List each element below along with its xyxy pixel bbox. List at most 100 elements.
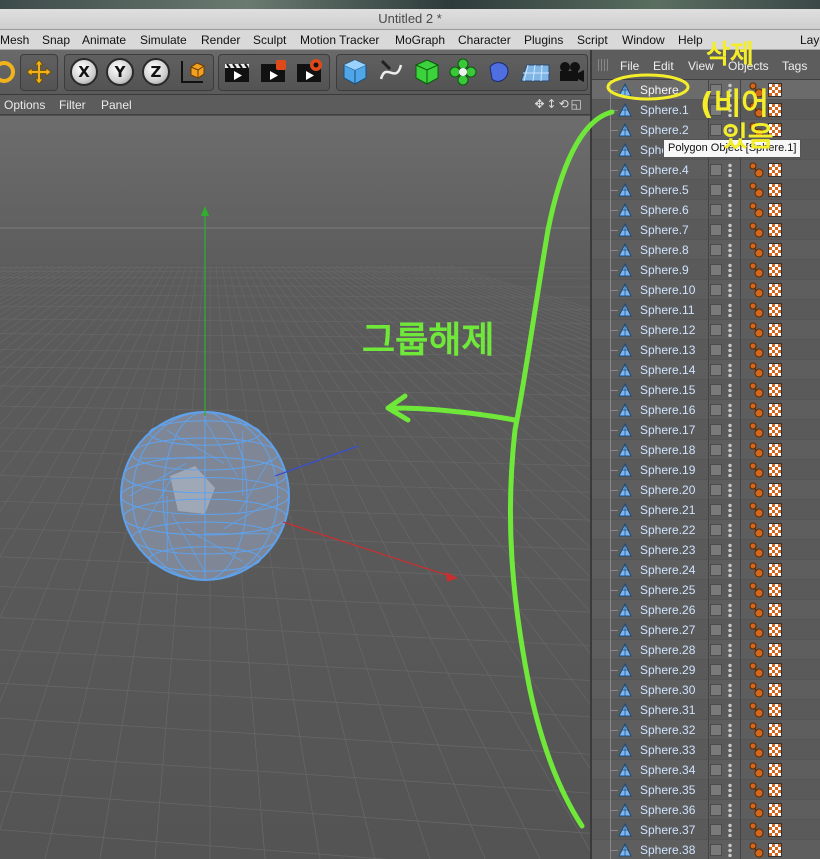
visibility-dots[interactable] bbox=[728, 643, 732, 657]
layer-toggle[interactable] bbox=[710, 704, 722, 716]
object-row[interactable]: Sphere.17 bbox=[592, 420, 820, 440]
phong-tag-icon[interactable] bbox=[748, 362, 764, 378]
layer-toggle[interactable] bbox=[710, 344, 722, 356]
coordinate-system-icon[interactable] bbox=[176, 56, 208, 88]
object-row[interactable]: Sphere.8 bbox=[592, 240, 820, 260]
layer-toggle[interactable] bbox=[710, 604, 722, 616]
texture-tag-icon[interactable] bbox=[768, 463, 782, 477]
texture-tag-icon[interactable] bbox=[768, 543, 782, 557]
phong-tag-icon[interactable] bbox=[748, 842, 764, 858]
panel-grip-icon[interactable] bbox=[598, 59, 610, 71]
object-row[interactable]: Sphere.36 bbox=[592, 800, 820, 820]
object-row[interactable]: Sphere.26 bbox=[592, 600, 820, 620]
texture-tag-icon[interactable] bbox=[768, 663, 782, 677]
viewport-zoom-icon[interactable]: ↕ bbox=[547, 97, 559, 111]
object-name[interactable]: Sphere.20 bbox=[640, 483, 695, 497]
texture-tag-icon[interactable] bbox=[768, 623, 782, 637]
visibility-dots[interactable] bbox=[728, 823, 732, 837]
phong-tag-icon[interactable] bbox=[748, 442, 764, 458]
layer-toggle[interactable] bbox=[710, 564, 722, 576]
object-name[interactable]: Sphere.24 bbox=[640, 563, 695, 577]
visibility-dots[interactable] bbox=[728, 543, 732, 557]
visibility-dots[interactable] bbox=[728, 783, 732, 797]
object-name[interactable]: Sphere.16 bbox=[640, 403, 695, 417]
texture-tag-icon[interactable] bbox=[768, 843, 782, 857]
layer-toggle[interactable] bbox=[710, 844, 722, 856]
phong-tag-icon[interactable] bbox=[748, 182, 764, 198]
object-name[interactable]: Sphere.32 bbox=[640, 723, 695, 737]
viewport-rotate-icon[interactable]: ⟲ bbox=[559, 97, 571, 111]
visibility-dots[interactable] bbox=[728, 183, 732, 197]
object-name[interactable]: Sphere.26 bbox=[640, 603, 695, 617]
layer-toggle[interactable] bbox=[710, 444, 722, 456]
layer-toggle[interactable] bbox=[710, 184, 722, 196]
object-row[interactable]: Sphere.37 bbox=[592, 820, 820, 840]
phong-tag-icon[interactable] bbox=[748, 582, 764, 598]
object-name[interactable]: Sphere.14 bbox=[640, 363, 695, 377]
object-name[interactable]: Sphere.21 bbox=[640, 503, 695, 517]
object-name[interactable]: Sphere.17 bbox=[640, 423, 695, 437]
layer-toggle[interactable] bbox=[710, 624, 722, 636]
visibility-dots[interactable] bbox=[728, 743, 732, 757]
visibility-dots[interactable] bbox=[728, 83, 732, 97]
object-row[interactable]: Sphere.30 bbox=[592, 680, 820, 700]
visibility-dots[interactable] bbox=[728, 483, 732, 497]
object-row[interactable]: Sphere.16 bbox=[592, 400, 820, 420]
texture-tag-icon[interactable] bbox=[768, 483, 782, 497]
texture-tag-icon[interactable] bbox=[768, 503, 782, 517]
phong-tag-icon[interactable] bbox=[748, 822, 764, 838]
phong-tag-icon[interactable] bbox=[748, 282, 764, 298]
texture-tag-icon[interactable] bbox=[768, 523, 782, 537]
layer-toggle[interactable] bbox=[710, 724, 722, 736]
visibility-dots[interactable] bbox=[728, 603, 732, 617]
visibility-dots[interactable] bbox=[728, 403, 732, 417]
texture-tag-icon[interactable] bbox=[768, 383, 782, 397]
object-name[interactable]: Sphere.7 bbox=[640, 223, 689, 237]
object-row[interactable]: Sphere.9 bbox=[592, 260, 820, 280]
object-row[interactable]: Sphere.35 bbox=[592, 780, 820, 800]
phong-tag-icon[interactable] bbox=[748, 482, 764, 498]
visibility-dots[interactable] bbox=[728, 223, 732, 237]
phong-tag-icon[interactable] bbox=[748, 222, 764, 238]
layer-toggle[interactable] bbox=[710, 824, 722, 836]
texture-tag-icon[interactable] bbox=[768, 423, 782, 437]
visibility-dots[interactable] bbox=[728, 623, 732, 637]
visibility-dots[interactable] bbox=[728, 163, 732, 177]
object-row[interactable]: Sphere.7 bbox=[592, 220, 820, 240]
phong-tag-icon[interactable] bbox=[748, 522, 764, 538]
layer-toggle[interactable] bbox=[710, 364, 722, 376]
layer-toggle[interactable] bbox=[710, 484, 722, 496]
phong-tag-icon[interactable] bbox=[748, 382, 764, 398]
layer-toggle[interactable] bbox=[710, 784, 722, 796]
move-icon[interactable] bbox=[23, 56, 55, 88]
object-row[interactable]: Sphere.34 bbox=[592, 760, 820, 780]
object-name[interactable]: Sphere.29 bbox=[640, 663, 695, 677]
texture-tag-icon[interactable] bbox=[768, 603, 782, 617]
object-name[interactable]: Sphere.23 bbox=[640, 543, 695, 557]
phong-tag-icon[interactable] bbox=[748, 262, 764, 278]
visibility-dots[interactable] bbox=[728, 343, 732, 357]
visibility-dots[interactable] bbox=[728, 563, 732, 577]
texture-tag-icon[interactable] bbox=[768, 683, 782, 697]
object-row[interactable]: Sphere.27 bbox=[592, 620, 820, 640]
cloner-icon[interactable] bbox=[447, 56, 479, 88]
object-name[interactable]: Sphere.15 bbox=[640, 383, 695, 397]
object-name[interactable]: Sphere bbox=[640, 83, 679, 97]
texture-tag-icon[interactable] bbox=[768, 803, 782, 817]
object-name[interactable]: Sphere.19 bbox=[640, 463, 695, 477]
menu-character[interactable]: Character bbox=[458, 33, 511, 47]
object-row[interactable]: Sphere.2 bbox=[592, 120, 820, 140]
texture-tag-icon[interactable] bbox=[768, 443, 782, 457]
render-picture-viewer-icon[interactable] bbox=[257, 56, 289, 88]
3d-viewport[interactable] bbox=[0, 116, 590, 859]
cube-primitive-icon[interactable] bbox=[339, 56, 371, 88]
texture-tag-icon[interactable] bbox=[768, 643, 782, 657]
menu-plugins[interactable]: Plugins bbox=[524, 33, 563, 47]
visibility-dots[interactable] bbox=[728, 123, 732, 137]
object-row[interactable]: Sphere.6 bbox=[592, 200, 820, 220]
object-row[interactable]: Sphere.14 bbox=[592, 360, 820, 380]
object-row[interactable]: Sphere.12 bbox=[592, 320, 820, 340]
object-name[interactable]: Sphere.18 bbox=[640, 443, 695, 457]
menu-snap[interactable]: Snap bbox=[42, 33, 70, 47]
texture-tag-icon[interactable] bbox=[768, 203, 782, 217]
